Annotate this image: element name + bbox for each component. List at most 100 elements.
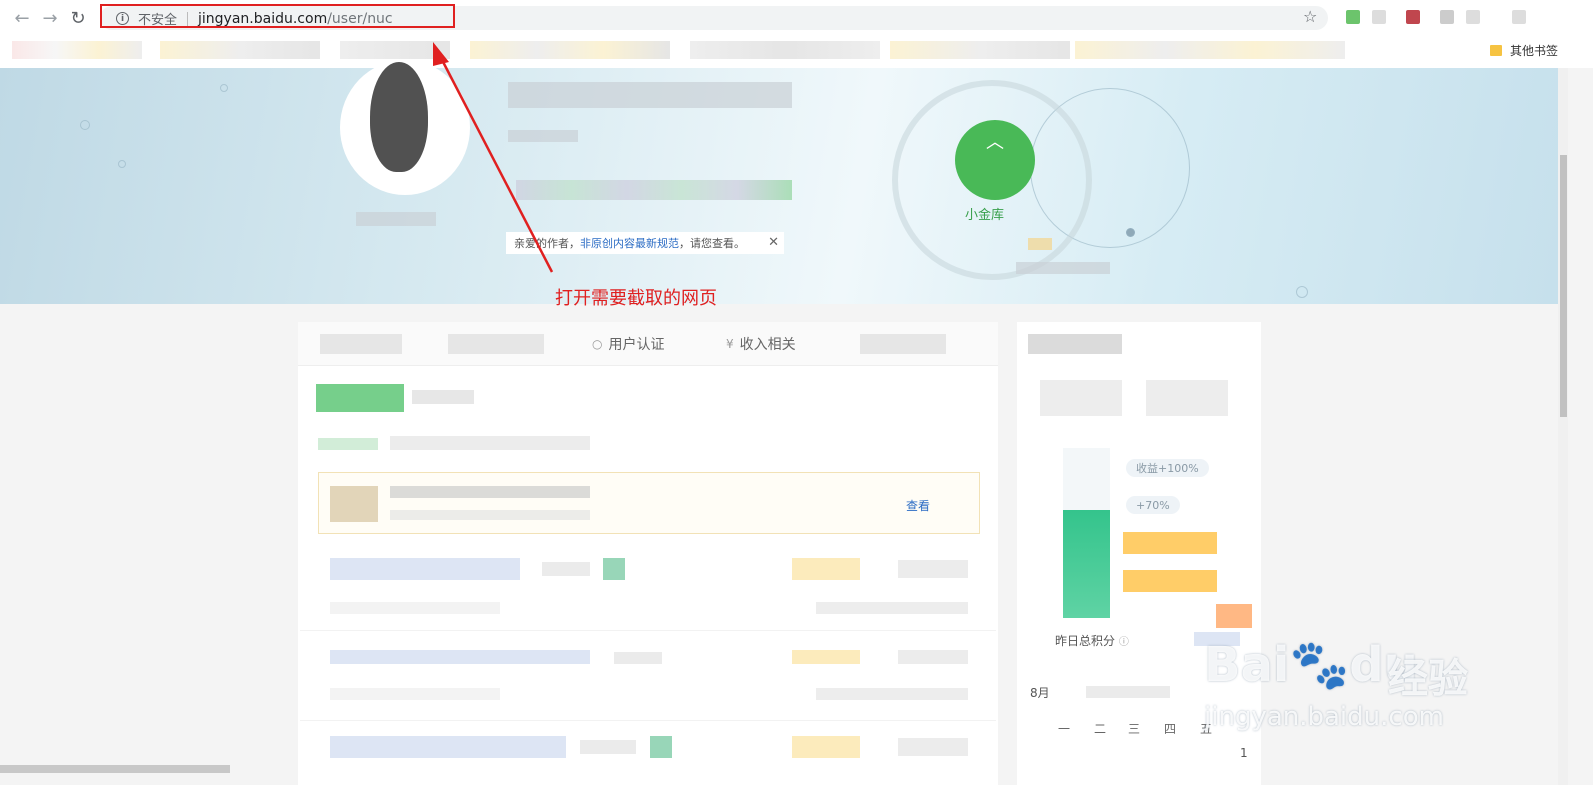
forward-icon[interactable]: → bbox=[36, 4, 64, 32]
extension-icon[interactable] bbox=[1406, 10, 1420, 24]
card-title-blurred bbox=[390, 486, 590, 498]
active-filter-button[interactable] bbox=[316, 384, 404, 412]
side-stat-blurred bbox=[1146, 380, 1228, 416]
back-icon[interactable]: ← bbox=[8, 4, 36, 32]
card-thumbnail bbox=[330, 486, 378, 522]
folder-icon bbox=[1490, 45, 1502, 56]
paw-icon: 🐾 bbox=[1289, 637, 1350, 693]
tab-income[interactable]: ¥ 收入相关 bbox=[726, 334, 796, 354]
article-meta-blurred bbox=[542, 562, 590, 576]
article-stats-blurred bbox=[792, 650, 860, 664]
author-notice: 亲爱的作者， 非原创内容最新规范 ，请您查看。 ✕ bbox=[506, 232, 784, 254]
other-bookmarks-label: 其他书签 bbox=[1510, 44, 1559, 58]
bonus-bar bbox=[1123, 570, 1217, 592]
article-stats-blurred bbox=[792, 558, 860, 580]
bookmark-item[interactable] bbox=[12, 41, 142, 59]
extension-icon[interactable] bbox=[1372, 10, 1386, 24]
shield-icon: ○ bbox=[592, 337, 603, 351]
reload-icon[interactable]: ↻ bbox=[64, 4, 92, 32]
notice-card bbox=[318, 472, 980, 534]
extension-icon[interactable] bbox=[1346, 10, 1360, 24]
decor-bubble bbox=[220, 84, 228, 92]
extension-icon[interactable] bbox=[1466, 10, 1480, 24]
bookmark-item[interactable] bbox=[690, 41, 880, 59]
article-title-blurred[interactable] bbox=[330, 736, 566, 758]
bookmark-item[interactable] bbox=[160, 41, 320, 59]
other-bookmarks[interactable]: 其他书签 bbox=[1490, 42, 1558, 59]
notice-suffix: ，请您查看。 bbox=[679, 237, 745, 250]
weekday-label: 三 bbox=[1128, 722, 1141, 736]
tab-blurred[interactable] bbox=[320, 334, 402, 354]
horizontal-scrollbar[interactable] bbox=[0, 765, 230, 773]
browser-chrome: ← → ↻ i 不安全 jingyan.baidu.com/user/nuc ☆… bbox=[0, 0, 1593, 68]
article-stats-blurred bbox=[792, 736, 860, 758]
article-tag-blurred bbox=[603, 558, 625, 580]
scrollbar-thumb[interactable] bbox=[1560, 155, 1567, 417]
bookmark-star-icon[interactable]: ☆ bbox=[1303, 7, 1317, 26]
article-sub-blurred bbox=[816, 602, 968, 614]
article-sub-blurred bbox=[816, 688, 968, 700]
tab-label: 用户认证 bbox=[608, 337, 665, 353]
summary-blurred bbox=[390, 436, 590, 450]
user-level-blurred bbox=[508, 130, 578, 142]
bookmarks-bar bbox=[0, 36, 1593, 66]
card-desc-blurred bbox=[390, 510, 590, 520]
bonus-tag: +70% bbox=[1126, 496, 1180, 514]
tab-blurred[interactable] bbox=[448, 334, 544, 354]
calendar-month: 8月 bbox=[1030, 686, 1050, 700]
notice-link[interactable]: 非原创内容最新规范 bbox=[580, 235, 679, 251]
side-stat-blurred bbox=[1040, 380, 1122, 416]
calendar-header-blurred bbox=[1086, 686, 1170, 698]
user-nickname-blurred bbox=[356, 212, 436, 226]
bonus-tag: 收益+100% bbox=[1126, 459, 1209, 477]
article-date-blurred bbox=[898, 650, 968, 664]
view-link[interactable]: 查看 bbox=[906, 497, 930, 514]
filter-button-blurred[interactable] bbox=[412, 390, 474, 404]
bookmark-item[interactable] bbox=[470, 41, 670, 59]
article-title-blurred[interactable] bbox=[330, 650, 590, 664]
user-stats-blurred bbox=[516, 180, 792, 200]
close-icon[interactable]: ✕ bbox=[768, 235, 779, 250]
avatar-image bbox=[370, 62, 428, 172]
yesterday-points-label: 昨日总积分 ⓘ bbox=[1055, 632, 1129, 649]
article-date-blurred bbox=[898, 560, 968, 578]
bookmark-item[interactable] bbox=[890, 41, 1070, 59]
tab-user-verification[interactable]: ○ 用户认证 bbox=[592, 334, 664, 354]
bonus-block bbox=[1216, 604, 1252, 628]
extension-icon[interactable] bbox=[1512, 10, 1526, 24]
bookmark-item[interactable] bbox=[1075, 41, 1345, 59]
summary-blurred bbox=[318, 438, 378, 450]
decor-bubble bbox=[1296, 286, 1308, 298]
tab-label: 收入相关 bbox=[739, 337, 796, 353]
bookmark-item[interactable] bbox=[340, 41, 450, 59]
article-sub-blurred bbox=[330, 602, 500, 614]
watermark-brand-a: Bai bbox=[1204, 637, 1290, 693]
tab-blurred[interactable] bbox=[860, 334, 946, 354]
coin-detail-blurred bbox=[1016, 262, 1110, 274]
article-tag-blurred bbox=[650, 736, 672, 758]
decor-bubble bbox=[80, 120, 90, 130]
article-date-blurred bbox=[898, 738, 968, 756]
bonus-tag-text: +70% bbox=[1136, 498, 1170, 512]
extension-icon[interactable] bbox=[1440, 10, 1454, 24]
article-title-blurred[interactable] bbox=[330, 558, 520, 580]
help-icon[interactable]: ⓘ bbox=[1119, 637, 1129, 648]
coin-label[interactable]: 小金库 bbox=[965, 204, 1004, 223]
notice-prefix: 亲爱的作者， bbox=[514, 237, 580, 250]
side-title-blurred bbox=[1028, 334, 1122, 354]
watermark-cn: 经验 bbox=[1388, 656, 1468, 702]
bar-track bbox=[1063, 448, 1110, 510]
calendar-day[interactable]: 1 bbox=[1240, 746, 1248, 760]
yesterday-points-text: 昨日总积分 bbox=[1055, 634, 1116, 648]
article-sub-blurred bbox=[330, 688, 500, 700]
points-bar bbox=[1063, 510, 1110, 618]
coin-button[interactable]: ︿ bbox=[955, 120, 1035, 200]
weekday-label: 一 bbox=[1058, 722, 1071, 736]
annotation-label: 打开需要截取的网页 bbox=[555, 288, 717, 309]
decor-bubble bbox=[118, 160, 126, 168]
weekday-label: 四 bbox=[1164, 722, 1177, 736]
bonus-tag-text: 收益+100% bbox=[1136, 462, 1199, 475]
url-highlight-box bbox=[100, 4, 455, 28]
chevron-up-icon: ︿ bbox=[986, 132, 1004, 153]
article-meta-blurred bbox=[580, 740, 636, 754]
